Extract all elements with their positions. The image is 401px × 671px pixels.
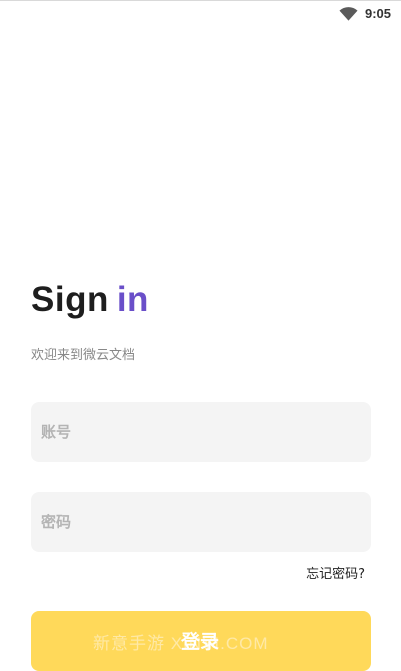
password-input[interactable] xyxy=(31,492,371,552)
login-button-label: 登录 xyxy=(181,632,220,653)
login-button[interactable]: 新意手游 XINYI.COM 登录 xyxy=(31,611,371,671)
page-title: Sign in xyxy=(31,280,149,320)
status-bar: 9:05 xyxy=(0,0,401,28)
title-main: Sign xyxy=(31,280,109,319)
status-time: 9:05 xyxy=(365,6,392,21)
wifi-icon xyxy=(339,7,358,21)
title-accent: in xyxy=(116,280,149,319)
welcome-subtitle: 欢迎来到微云文档 xyxy=(31,348,136,363)
account-input[interactable] xyxy=(31,402,371,462)
forgot-password-link[interactable]: 忘记密码? xyxy=(306,563,365,582)
